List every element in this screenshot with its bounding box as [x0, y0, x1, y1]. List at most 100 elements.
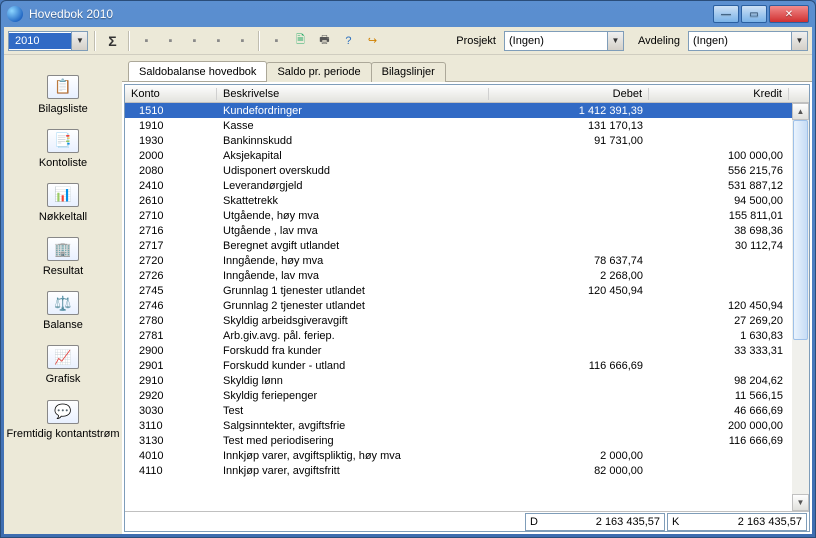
avdeling-combo[interactable]: (Ingen) ▼	[688, 31, 808, 51]
cell-beskrivelse: Test	[217, 405, 489, 417]
col-header-debet[interactable]: Debet	[489, 88, 649, 100]
table-row[interactable]: 2410Leverandørgjeld531 887,12	[125, 178, 792, 193]
tool-icon-4[interactable]: ▪	[208, 31, 228, 51]
cell-konto: 2720	[125, 255, 217, 267]
cell-debet: 82 000,00	[489, 465, 649, 477]
cell-konto: 2000	[125, 150, 217, 162]
col-header-kredit[interactable]: Kredit	[649, 88, 789, 100]
cell-beskrivelse: Innkjøp varer, avgiftspliktig, høy mva	[217, 450, 489, 462]
table-row[interactable]: 2781Arb.giv.avg. pål. feriep.1 630,83	[125, 328, 792, 343]
table-row[interactable]: 2717Beregnet avgift utlandet30 112,74	[125, 238, 792, 253]
table-row[interactable]: 4110Innkjøp varer, avgiftsfritt82 000,00	[125, 463, 792, 478]
cell-konto: 2080	[125, 165, 217, 177]
sidebar-item-bilagsliste[interactable]: 📋 Bilagsliste	[38, 75, 88, 115]
cell-konto: 2745	[125, 285, 217, 297]
exit-icon[interactable]: ↪	[362, 31, 382, 51]
scroll-down-icon[interactable]: ▼	[792, 494, 809, 511]
grid-rows[interactable]: 1510Kundefordringer1 412 391,391910Kasse…	[125, 103, 792, 511]
sum-kredit: K 2 163 435,57	[667, 513, 807, 531]
preview-icon[interactable]: 🗎	[290, 31, 310, 51]
sidebar-item-label: Balanse	[43, 319, 83, 331]
tool-icon-2[interactable]: ▪	[160, 31, 180, 51]
maximize-button[interactable]: ▭	[741, 5, 767, 23]
cell-beskrivelse: Grunnlag 2 tjenester utlandet	[217, 300, 489, 312]
sidebar-item-nokkeltall[interactable]: 📊 Nøkkeltall	[39, 183, 87, 223]
tabs: Saldobalanse hovedbok Saldo pr. periode …	[122, 55, 812, 81]
cell-beskrivelse: Leverandørgjeld	[217, 180, 489, 192]
table-row[interactable]: 2726Inngående, lav mva2 268,00	[125, 268, 792, 283]
table-row[interactable]: 2710Utgående, høy mva155 811,01	[125, 208, 792, 223]
sidebar-item-kontoliste[interactable]: 📑 Kontoliste	[39, 129, 87, 169]
cell-kredit: 38 698,36	[649, 225, 789, 237]
cell-konto: 2920	[125, 390, 217, 402]
tool-icon-3[interactable]: ▪	[184, 31, 204, 51]
cell-beskrivelse: Innkjøp varer, avgiftsfritt	[217, 465, 489, 477]
tab-saldo-pr-periode[interactable]: Saldo pr. periode	[266, 62, 371, 82]
cell-konto: 4010	[125, 450, 217, 462]
tab-saldobalanse[interactable]: Saldobalanse hovedbok	[128, 61, 267, 81]
cell-kredit: 120 450,94	[649, 300, 789, 312]
scroll-up-icon[interactable]: ▲	[792, 103, 809, 120]
cell-debet: 2 268,00	[489, 270, 649, 282]
table-row[interactable]: 2000Aksjekapital100 000,00	[125, 148, 792, 163]
table-row[interactable]: 1930Bankinnskudd91 731,00	[125, 133, 792, 148]
vertical-scrollbar[interactable]: ▲ ▼	[792, 103, 809, 511]
sidebar-item-resultat[interactable]: 🏢 Resultat	[43, 237, 83, 277]
prosjekt-label: Prosjekt	[446, 35, 500, 47]
window-title: Hovedbok 2010	[29, 7, 713, 21]
table-row[interactable]: 2720Inngående, høy mva78 637,74	[125, 253, 792, 268]
table-row[interactable]: 1510Kundefordringer1 412 391,39	[125, 103, 792, 118]
table-row[interactable]: 1910Kasse131 170,13	[125, 118, 792, 133]
table-row[interactable]: 2080Udisponert overskudd556 215,76	[125, 163, 792, 178]
sigma-icon[interactable]: Σ	[102, 31, 122, 51]
sidebar-item-label: Bilagsliste	[38, 103, 88, 115]
cell-konto: 3110	[125, 420, 217, 432]
cell-konto: 2410	[125, 180, 217, 192]
close-button[interactable]: ✕	[769, 5, 809, 23]
table-row[interactable]: 3030Test46 666,69	[125, 403, 792, 418]
scroll-thumb[interactable]	[793, 120, 808, 340]
sidebar-item-kontantstrom[interactable]: 💬 Fremtidig kontantstrøm	[6, 400, 119, 440]
table-row[interactable]: 2716Utgående , lav mva38 698,36	[125, 223, 792, 238]
table-row[interactable]: 2780Skyldig arbeidsgiveravgift27 269,20	[125, 313, 792, 328]
sidebar-item-grafisk[interactable]: 📈 Grafisk	[46, 345, 81, 385]
tool-icon-6[interactable]: ▪	[266, 31, 286, 51]
table-row[interactable]: 3130Test med periodisering116 666,69	[125, 433, 792, 448]
tab-bilagslinjer[interactable]: Bilagslinjer	[371, 62, 446, 82]
cell-debet: 120 450,94	[489, 285, 649, 297]
chevron-down-icon[interactable]: ▼	[791, 32, 807, 50]
help-icon[interactable]: ?	[338, 31, 358, 51]
chevron-down-icon[interactable]: ▼	[607, 32, 623, 50]
table-row[interactable]: 2920Skyldig feriepenger11 566,15	[125, 388, 792, 403]
minimize-button[interactable]: —	[713, 5, 739, 23]
cell-konto: 2900	[125, 345, 217, 357]
sidebar-item-balanse[interactable]: ⚖️ Balanse	[43, 291, 83, 331]
tool-icon-5[interactable]: ▪	[232, 31, 252, 51]
cell-konto: 2717	[125, 240, 217, 252]
print-icon[interactable]: 🖶	[314, 31, 334, 51]
table-row[interactable]: 4010Innkjøp varer, avgiftspliktig, høy m…	[125, 448, 792, 463]
table-row[interactable]: 2745Grunnlag 1 tjenester utlandet120 450…	[125, 283, 792, 298]
cell-kredit: 33 333,31	[649, 345, 789, 357]
toolbar-separator	[128, 31, 130, 51]
spreadsheet-icon: 📑	[47, 129, 79, 153]
table-row[interactable]: 3110Salgsinntekter, avgiftsfrie200 000,0…	[125, 418, 792, 433]
table-row[interactable]: 2746Grunnlag 2 tjenester utlandet120 450…	[125, 298, 792, 313]
col-header-beskrivelse[interactable]: Beskrivelse	[217, 88, 489, 100]
cell-konto: 1910	[125, 120, 217, 132]
table-row[interactable]: 2610Skattetrekk94 500,00	[125, 193, 792, 208]
table-row[interactable]: 2901Forskudd kunder - utland116 666,69	[125, 358, 792, 373]
table-row[interactable]: 2910Skyldig lønn98 204,62	[125, 373, 792, 388]
col-header-konto[interactable]: Konto	[125, 88, 217, 100]
building-icon: 🏢	[47, 237, 79, 261]
table-row[interactable]: 2900Forskudd fra kunder33 333,31	[125, 343, 792, 358]
chevron-down-icon[interactable]: ▼	[71, 32, 87, 50]
year-combo[interactable]: 2010 ▼	[8, 31, 88, 51]
cell-kredit: 46 666,69	[649, 405, 789, 417]
sum-debet-value: 2 163 435,57	[542, 516, 660, 528]
tool-icon-1[interactable]: ▪	[136, 31, 156, 51]
cell-kredit: 30 112,74	[649, 240, 789, 252]
titlebar[interactable]: Hovedbok 2010 — ▭ ✕	[1, 1, 815, 27]
cell-beskrivelse: Grunnlag 1 tjenester utlandet	[217, 285, 489, 297]
prosjekt-combo[interactable]: (Ingen) ▼	[504, 31, 624, 51]
